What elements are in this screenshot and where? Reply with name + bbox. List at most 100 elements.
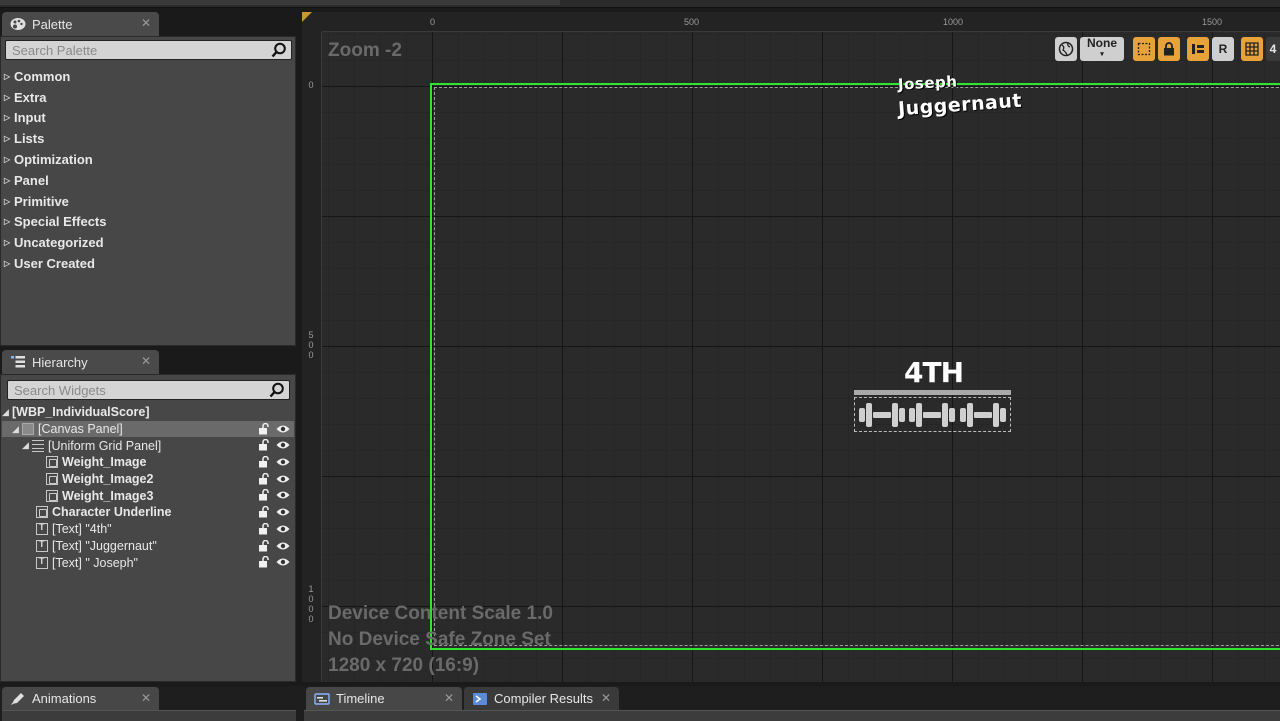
animations-panel-strip (2, 710, 296, 721)
search-icon[interactable] (269, 382, 285, 398)
grid-snap-toggle[interactable] (1241, 37, 1263, 61)
timeline-icon (314, 692, 330, 705)
widget-text-joseph[interactable]: Joseph (898, 72, 958, 93)
widget-outline-toggle[interactable] (1133, 37, 1155, 61)
tree-row-text-juggernaut[interactable]: [Text] "Juggernaut" (2, 538, 294, 555)
palette-category[interactable]: ▷ Optimization (2, 149, 292, 170)
ruler-label: 0 (430, 17, 436, 27)
unlock-icon[interactable] (258, 522, 270, 535)
unlock-icon[interactable] (258, 472, 270, 485)
eye-icon[interactable] (276, 457, 290, 467)
canvas-panel-icon (22, 423, 34, 436)
globe-icon (1058, 41, 1074, 57)
grid-snap-value[interactable]: 4 (1266, 37, 1280, 61)
palette-category[interactable]: ▷ Uncategorized (2, 232, 292, 253)
widget-search-input[interactable] (8, 381, 289, 399)
text-widget-icon (36, 522, 48, 536)
tab-timeline[interactable]: Timeline ✕ (306, 687, 462, 710)
collapse-triangle-icon[interactable]: ◢ (2, 407, 12, 418)
expand-triangle-icon: ▷ (4, 259, 11, 269)
close-icon[interactable]: ✕ (601, 691, 611, 705)
palette-search-input[interactable] (6, 41, 291, 59)
tree-row-weight-image2[interactable]: Weight_Image2 (2, 471, 294, 488)
close-icon[interactable]: ✕ (444, 691, 454, 705)
ruler-label: 1000 (943, 17, 964, 27)
ruler-vertical: 0 500 1000 (302, 12, 322, 682)
zoom-level: Zoom -2 (328, 40, 402, 61)
palette-category[interactable]: ▷ User Created (2, 253, 292, 274)
tree-row-text-joseph[interactable]: [Text] " Joseph" (2, 554, 294, 571)
ruler-label: 500 (308, 330, 314, 360)
palette-category[interactable]: ▷ Primitive (2, 191, 292, 212)
tab-palette-label: Palette (32, 16, 73, 32)
eye-icon[interactable] (276, 424, 290, 434)
tree-row-canvas-panel[interactable]: ◢ [Canvas Panel] (2, 420, 294, 438)
ruler-corner (302, 12, 322, 32)
eye-icon[interactable] (276, 524, 290, 534)
eye-icon[interactable] (276, 440, 290, 450)
hierarchy-search-box[interactable] (7, 380, 290, 400)
image-widget-icon (36, 506, 48, 519)
tab-compiler-results[interactable]: Compiler Results ✕ (464, 687, 619, 710)
eye-icon[interactable] (276, 541, 290, 551)
unlock-icon[interactable] (258, 556, 270, 568)
hierarchy-list-icon (10, 355, 26, 369)
lock-icon (1164, 42, 1174, 56)
hierarchy-tree: ◢ [WBP_IndividualScore] ◢ [Canvas Panel]… (2, 404, 294, 571)
widget-text-rank[interactable]: 4TH (904, 356, 964, 389)
unlock-icon[interactable] (258, 456, 270, 468)
device-content-scale: Device Content Scale 1.0 (328, 603, 553, 624)
eye-icon[interactable] (276, 474, 290, 484)
grid-icon (1245, 42, 1259, 56)
tab-palette[interactable]: Palette ✕ (2, 12, 159, 36)
palette-category[interactable]: ▷ Lists (2, 128, 292, 149)
r-toggle[interactable]: R (1212, 37, 1234, 61)
collapse-triangle-icon[interactable]: ◢ (12, 424, 22, 435)
search-icon[interactable] (271, 42, 287, 58)
widget-character-underline[interactable] (854, 390, 1011, 395)
tree-row-uniform-grid[interactable]: ◢ [Uniform Grid Panel] (2, 437, 294, 454)
eye-icon[interactable] (276, 490, 290, 500)
timeline-panel-strip (304, 710, 1280, 721)
widget-uniform-grid[interactable] (854, 397, 1011, 432)
tab-hierarchy[interactable]: Hierarchy ✕ (2, 350, 159, 374)
palette-category[interactable]: ▷ Common (2, 66, 292, 87)
layout-toggle[interactable] (1187, 37, 1209, 61)
palette-category[interactable]: ▷ Panel (2, 170, 292, 191)
globe-button[interactable] (1055, 37, 1077, 61)
palette-category[interactable]: ▷ Extra (2, 87, 292, 108)
top-strip (0, 0, 1280, 8)
collapse-triangle-icon[interactable]: ◢ (22, 440, 32, 451)
lock-toggle[interactable] (1158, 37, 1180, 61)
none-dropdown[interactable]: None ▾ (1080, 37, 1124, 61)
expand-triangle-icon: ▷ (4, 134, 11, 144)
palette-category[interactable]: ▷ Input (2, 108, 292, 129)
dumbbell-icon[interactable] (858, 400, 906, 430)
dashed-square-icon (1137, 42, 1151, 56)
unlock-icon[interactable] (258, 439, 270, 451)
unlock-icon[interactable] (258, 539, 270, 552)
close-icon[interactable]: ✕ (141, 354, 151, 368)
expand-triangle-icon: ▷ (4, 217, 11, 227)
dumbbell-icon[interactable] (959, 400, 1007, 430)
safe-zone-outline (434, 87, 1280, 646)
eye-icon[interactable] (276, 507, 290, 517)
unlock-icon[interactable] (258, 489, 270, 501)
tab-animations[interactable]: Animations ✕ (2, 687, 159, 710)
tree-row-weight-image[interactable]: Weight_Image (2, 454, 294, 471)
safe-zone-status: No Device Safe Zone Set (328, 629, 551, 650)
viewport-toolbar: None ▾ R 4 (1055, 37, 1280, 61)
palette-search-box[interactable] (5, 40, 292, 60)
dumbbell-icon[interactable] (908, 400, 956, 430)
image-widget-icon (46, 489, 58, 502)
eye-icon[interactable] (276, 557, 290, 567)
tree-row-character-underline[interactable]: Character Underline (2, 504, 294, 521)
close-icon[interactable]: ✕ (141, 16, 151, 30)
unlock-icon[interactable] (258, 506, 270, 518)
tree-row-weight-image3[interactable]: Weight_Image3 (2, 487, 294, 504)
close-icon[interactable]: ✕ (141, 691, 151, 705)
palette-category[interactable]: ▷ Special Effects (2, 212, 292, 233)
unlock-icon[interactable] (258, 422, 270, 435)
tree-row-text-4th[interactable]: [Text] "4th" (2, 521, 294, 538)
tree-row-root[interactable]: ◢ [WBP_IndividualScore] (2, 404, 294, 421)
